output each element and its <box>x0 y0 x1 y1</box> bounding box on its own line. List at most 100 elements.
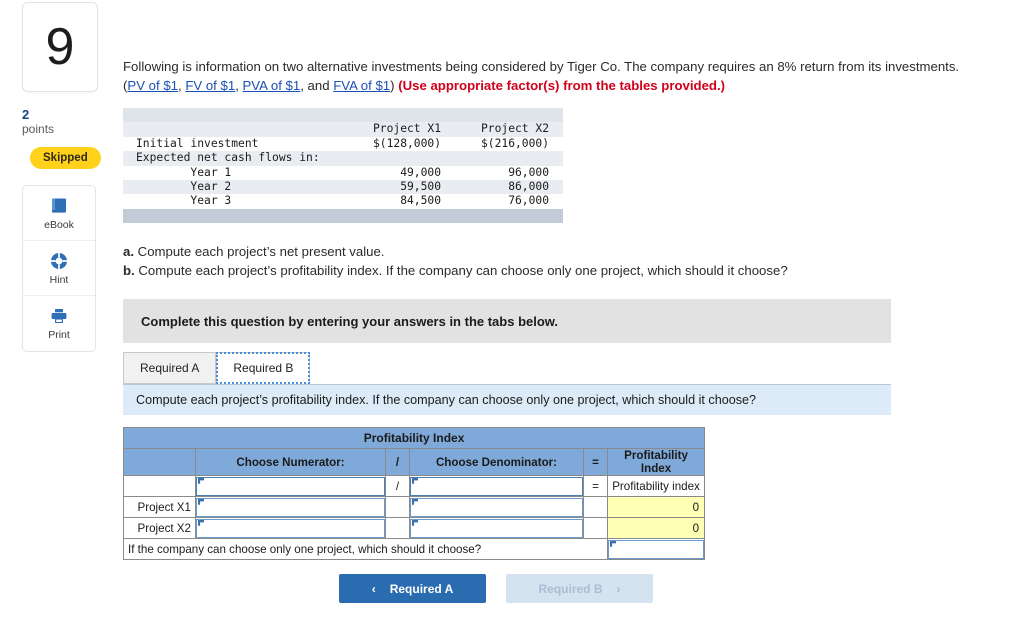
pi-formula-denominator-cell <box>409 475 584 498</box>
question-body-close: ) <box>390 78 399 93</box>
link-fv-of-1[interactable]: FV of $1 <box>185 78 235 93</box>
data-col-header-x1: Project X1 <box>372 122 441 136</box>
pi-header-result: Profitability Index <box>606 448 706 477</box>
sep-2: , <box>235 78 243 93</box>
pi-footer-question: If the company can choose only one proje… <box>123 538 608 561</box>
pi-row-result-x1: 0 <box>606 496 706 519</box>
profitability-index-table: Profitability Index Choose Numerator: / … <box>122 427 706 561</box>
tab-required-b[interactable]: Required B <box>216 352 311 385</box>
prev-required-a-label: Required A <box>389 581 454 596</box>
pi-footer-row: If the company can choose only one proje… <box>123 538 706 561</box>
requirement-b: b. Compute each project’s profitability … <box>123 261 1013 280</box>
pi-formula-result: Profitability index <box>606 475 706 498</box>
points-block: 2 points <box>22 108 100 137</box>
pi-row-numerator-cell <box>195 496 386 519</box>
sep-3: , and <box>300 78 334 93</box>
prev-required-a-button[interactable]: ‹ Required A <box>339 574 486 604</box>
main-column: Following is information on two alternat… <box>122 0 1013 604</box>
ebook-button[interactable]: eBook <box>23 186 95 241</box>
row-label: Year 3 <box>136 194 232 208</box>
table-row: Project X1 0 <box>123 496 706 519</box>
next-required-b-button[interactable]: Required B › <box>506 574 653 604</box>
data-rule-top <box>123 108 563 123</box>
question-body: Following is information on two alternat… <box>123 57 983 95</box>
row-label: Initial investment <box>136 136 259 150</box>
points-value: 2 <box>22 107 30 122</box>
requirement-a-text: Compute each project’s net present value… <box>137 244 385 260</box>
row-x1: 49,000 <box>400 165 441 179</box>
investment-data-table: Project X1 Project X2 Initial investment… <box>123 108 563 224</box>
table-row: Project X2 0 <box>123 517 706 540</box>
print-button[interactable]: Print <box>23 296 95 351</box>
row-x1: 84,500 <box>400 194 441 208</box>
table-row: Year 2 59,500 86,000 <box>123 180 563 195</box>
table-row: Expected net cash flows in: <box>123 151 563 166</box>
denominator-input-x1[interactable] <box>410 497 583 517</box>
dropdown-flag-icon <box>412 519 418 526</box>
hint-label: Hint <box>49 273 69 286</box>
pi-row-equals <box>583 496 608 519</box>
pi-header-row: Choose Numerator: / Choose Denominator: … <box>123 448 706 477</box>
printer-icon <box>49 306 69 326</box>
table-row: Initial investment $(128,000) $(216,000) <box>123 137 563 151</box>
tab-bar: Required A Required B <box>123 352 1013 385</box>
left-rail: 9 2 points Skipped eBook Hint Print <box>22 2 101 352</box>
points-label: points <box>22 122 55 136</box>
row-x2 <box>455 151 563 165</box>
requirement-b-marker: b. <box>123 263 135 279</box>
table-row: Year 3 84,500 76,000 <box>123 194 563 208</box>
pi-row-equals <box>583 517 608 540</box>
row-x2: $(216,000) <box>480 136 549 150</box>
numerator-input-x2[interactable] <box>196 518 385 538</box>
pi-row-label: Project X1 <box>123 496 196 519</box>
numerator-dropdown[interactable] <box>196 476 385 496</box>
question-page: 9 2 points Skipped eBook Hint Print Foll… <box>0 0 1024 627</box>
denominator-input-x2[interactable] <box>410 518 583 538</box>
row-label: Year 1 <box>136 165 232 179</box>
row-x2: 76,000 <box>508 194 549 208</box>
requirement-prompt-text: Compute each project’s profitability ind… <box>136 393 757 408</box>
hint-button[interactable]: Hint <box>23 241 95 296</box>
tab-required-a[interactable]: Required A <box>123 352 217 385</box>
link-pva-of-1[interactable]: PVA of $1 <box>243 78 301 93</box>
requirement-a-marker: a. <box>123 244 134 260</box>
pi-footer-answer-cell <box>606 538 706 561</box>
row-x1 <box>347 151 455 165</box>
link-fva-of-1[interactable]: FVA of $1 <box>333 78 390 93</box>
row-x2: 96,000 <box>508 165 549 179</box>
pi-formula-label <box>123 475 196 498</box>
link-pv-of-1[interactable]: PV of $1 <box>127 78 178 93</box>
book-icon <box>49 196 69 216</box>
pi-header-blank <box>123 448 196 477</box>
table-row: Year 1 49,000 96,000 <box>123 166 563 180</box>
requirement-prompt: Compute each project’s profitability ind… <box>123 385 891 416</box>
numerator-input-x1[interactable] <box>196 497 385 517</box>
dropdown-flag-icon <box>412 477 418 484</box>
data-col-header-x2: Project X2 <box>480 122 549 136</box>
row-x1: 59,500 <box>400 180 441 194</box>
ebook-label: eBook <box>44 218 74 231</box>
navigation-bar: ‹ Required A Required B › <box>123 574 1013 604</box>
pi-formula-numerator-cell <box>195 475 386 498</box>
denominator-dropdown[interactable] <box>410 476 583 496</box>
pi-header-slash: / <box>385 448 410 477</box>
pi-title-row: Profitability Index <box>122 427 706 450</box>
data-header-row: Project X1 Project X2 <box>123 122 563 137</box>
project-choice-dropdown[interactable] <box>608 539 705 559</box>
pi-header-numerator: Choose Numerator: <box>195 448 386 477</box>
pi-row-result-x2: 0 <box>606 517 706 540</box>
pi-formula-slash: / <box>385 475 410 498</box>
question-number: 9 <box>45 18 75 76</box>
use-factors-note: (Use appropriate factor(s) from the tabl… <box>398 78 726 93</box>
dropdown-flag-icon <box>198 498 204 505</box>
life-ring-icon <box>49 251 69 271</box>
pi-formula-equals: = <box>583 475 608 498</box>
dropdown-flag-icon <box>610 540 616 547</box>
tab-required-a-label: Required A <box>140 361 200 376</box>
dropdown-flag-icon <box>412 498 418 505</box>
pi-title: Profitability Index <box>122 427 706 450</box>
instruction-banner-text: Complete this question by entering your … <box>141 313 559 329</box>
print-label: Print <box>48 329 70 341</box>
pi-row-denominator-cell <box>409 496 584 519</box>
requirement-a: a. Compute each project’s net present va… <box>123 242 1013 261</box>
